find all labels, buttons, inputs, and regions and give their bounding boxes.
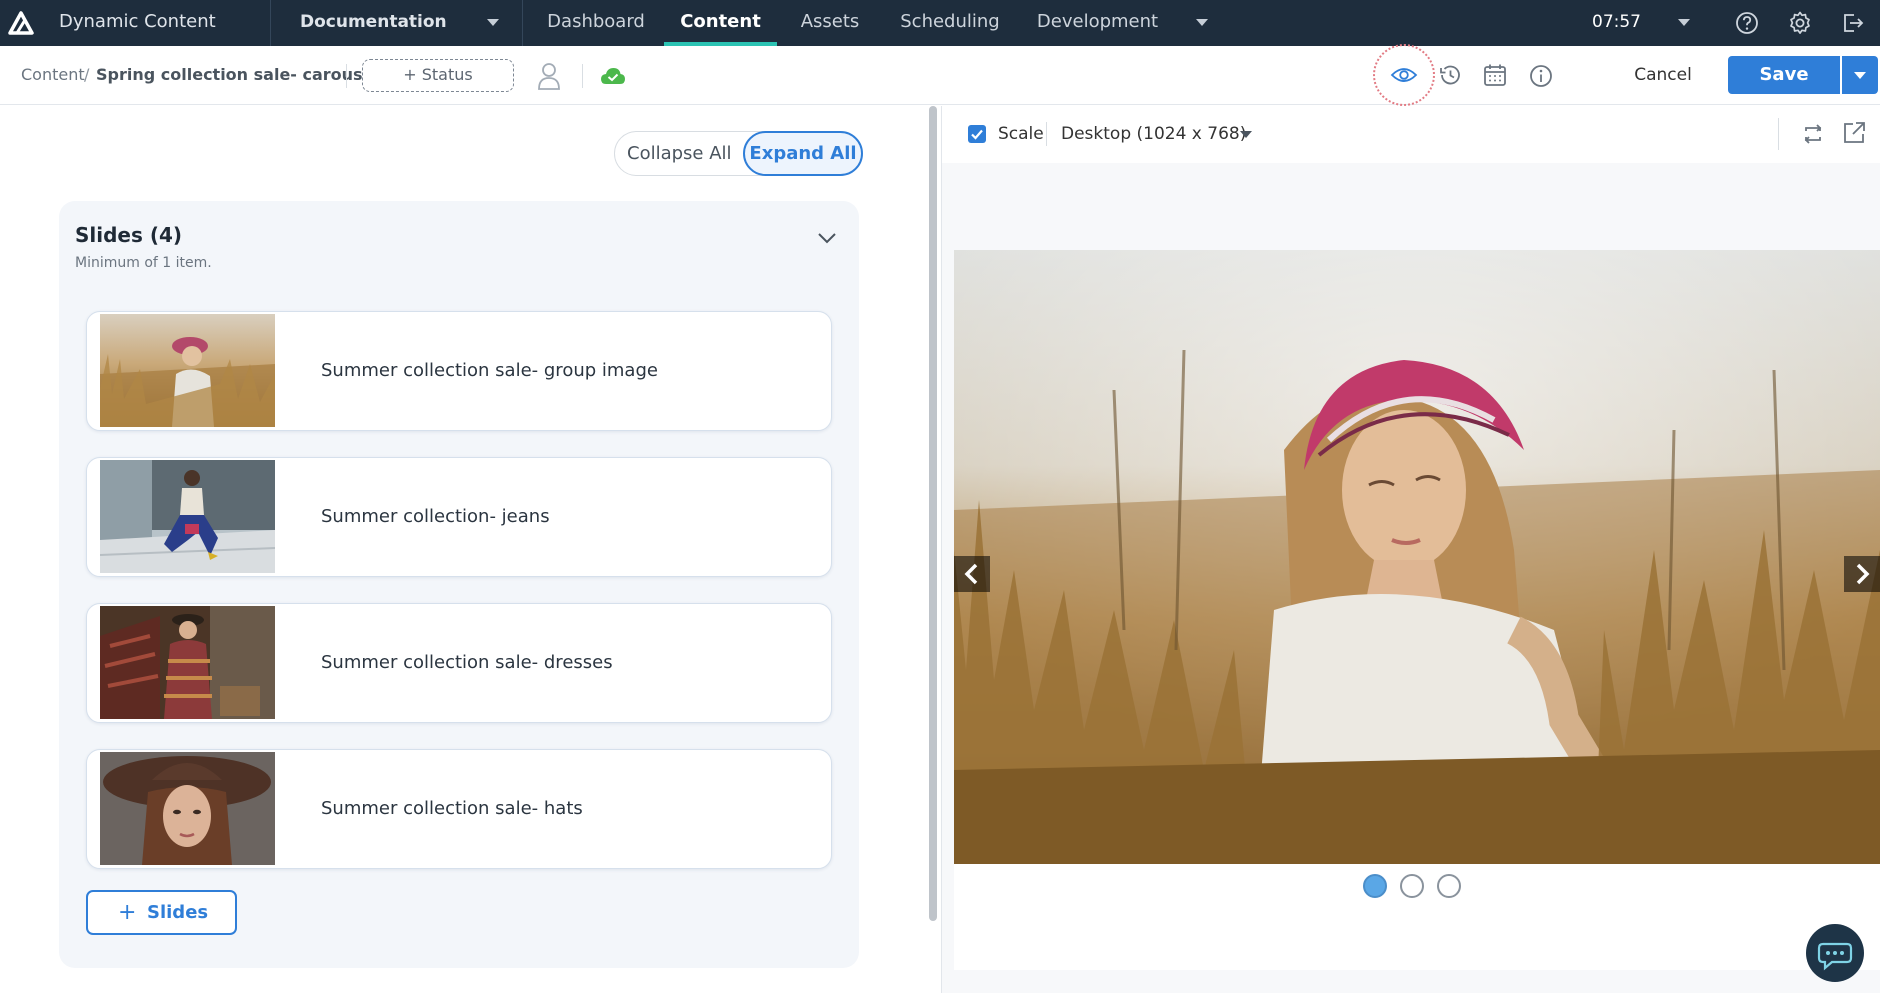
- carousel-hero-image: [954, 250, 1880, 864]
- add-slide-label: Slides: [147, 902, 209, 923]
- toolbar-divider: [346, 64, 347, 88]
- scrollbar-thumb[interactable]: [929, 106, 937, 921]
- help-icon[interactable]: [1733, 9, 1761, 37]
- content-toolbar: Content / Spring collection sale- carous…: [0, 44, 1880, 106]
- scale-label: Scale: [998, 124, 1044, 144]
- preview-divider: [1778, 118, 1779, 150]
- collapse-all-button[interactable]: Collapse All: [627, 132, 732, 175]
- app-logo-icon[interactable]: [8, 11, 34, 35]
- calendar-icon[interactable]: [1482, 62, 1508, 88]
- slide-label: Summer collection sale- hats: [321, 798, 583, 819]
- save-options-button[interactable]: [1842, 56, 1878, 94]
- refresh-sync-icon[interactable]: [1799, 120, 1827, 148]
- slide-item[interactable]: Summer collection- jeans: [86, 457, 832, 577]
- clock: 07:57: [1592, 12, 1641, 32]
- clock-chevron-down-icon[interactable]: [1678, 19, 1690, 26]
- slides-title: Slides (4): [75, 223, 183, 247]
- save-chevron-down-icon: [1854, 72, 1866, 79]
- slide-thumbnail-dresses: [100, 606, 275, 719]
- plus-icon: +: [118, 900, 137, 925]
- slides-subtitle: Minimum of 1 item.: [75, 255, 212, 271]
- top-nav: Dynamic Content Documentation Dashboard …: [0, 0, 1880, 46]
- slide-item[interactable]: Summer collection sale- hats: [86, 749, 832, 869]
- add-status-button[interactable]: + Status: [362, 59, 514, 92]
- app-title: Dynamic Content: [59, 11, 216, 32]
- logout-icon[interactable]: [1838, 9, 1866, 37]
- settings-gear-icon[interactable]: [1786, 9, 1814, 37]
- slide-thumbnail-group-image: [100, 314, 275, 427]
- preview-pane: Scale Desktop (1024 x 768): [942, 106, 1880, 993]
- editor-pane: Collapse All Expand All Slides (4) Minim…: [0, 106, 924, 993]
- tab-dashboard[interactable]: Dashboard: [540, 0, 652, 46]
- breadcrumb-content[interactable]: Content: [21, 46, 85, 104]
- preview-divider: [1046, 122, 1047, 146]
- chat-support-icon[interactable]: [1806, 924, 1864, 982]
- tab-scheduling[interactable]: Scheduling: [895, 0, 1005, 46]
- carousel-prev-arrow-icon[interactable]: [954, 556, 990, 592]
- slide-thumbnail-jeans: [100, 460, 275, 573]
- hub-selector[interactable]: Documentation: [300, 0, 447, 44]
- carousel-dot[interactable]: [1437, 874, 1461, 898]
- tab-development[interactable]: Development: [1035, 0, 1160, 46]
- collapse-expand-toggle: Collapse All Expand All: [614, 131, 863, 176]
- history-clock-icon[interactable]: [1437, 62, 1463, 88]
- expand-all-button[interactable]: Expand All: [743, 131, 863, 176]
- carousel-dot[interactable]: [1400, 874, 1424, 898]
- slides-panel: Slides (4) Minimum of 1 item. Summer col…: [59, 201, 859, 968]
- breadcrumb-current: Spring collection sale- carousel: [96, 65, 379, 84]
- tab-content[interactable]: Content: [664, 0, 777, 46]
- hub-chevron-down-icon[interactable]: [487, 19, 499, 26]
- slide-item[interactable]: Summer collection sale- group image: [86, 311, 832, 431]
- add-slide-button[interactable]: + Slides: [86, 890, 237, 935]
- save-button[interactable]: Save: [1728, 56, 1840, 94]
- development-chevron-down-icon[interactable]: [1196, 19, 1208, 26]
- pane-splitter[interactable]: [924, 106, 942, 993]
- preview-toolbar: Scale Desktop (1024 x 768): [942, 106, 1880, 163]
- carousel-dots: [954, 874, 1880, 904]
- device-chevron-down-icon[interactable]: [1240, 131, 1252, 138]
- info-icon[interactable]: [1528, 63, 1554, 89]
- nav-divider: [270, 0, 271, 46]
- cancel-button[interactable]: Cancel: [1618, 58, 1708, 92]
- carousel-next-arrow-icon[interactable]: [1844, 556, 1880, 592]
- breadcrumb-separator: /: [84, 65, 90, 84]
- toolbar-divider: [582, 64, 583, 88]
- user-assign-icon[interactable]: [536, 61, 562, 91]
- nav-divider: [522, 0, 523, 46]
- device-select[interactable]: Desktop (1024 x 768): [1061, 106, 1246, 162]
- slide-label: Summer collection- jeans: [321, 506, 550, 527]
- collapse-chevron-icon[interactable]: [817, 231, 837, 245]
- cloud-saved-icon: [601, 68, 625, 84]
- open-external-icon[interactable]: [1841, 120, 1867, 146]
- slide-label: Summer collection sale- dresses: [321, 652, 613, 673]
- carousel-dot[interactable]: [1363, 874, 1387, 898]
- tab-assets[interactable]: Assets: [790, 0, 870, 46]
- preview-eye-icon[interactable]: [1390, 65, 1418, 85]
- carousel-preview: [954, 250, 1880, 970]
- slide-label: Summer collection sale- group image: [321, 360, 658, 381]
- slide-item[interactable]: Summer collection sale- dresses: [86, 603, 832, 723]
- scale-checkbox[interactable]: [968, 125, 986, 143]
- slide-thumbnail-hats: [100, 752, 275, 865]
